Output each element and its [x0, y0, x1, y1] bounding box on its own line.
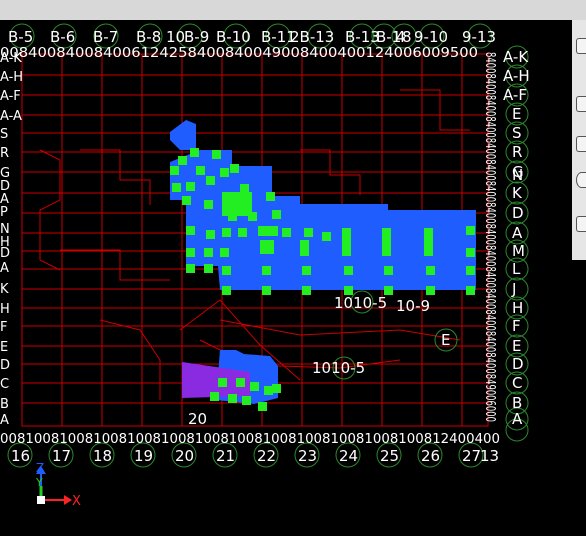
grid-label: 20	[188, 410, 207, 428]
axis-label: 16	[11, 447, 30, 465]
axis-indicator: Z Y X	[35, 461, 81, 509]
axis-label: A-F	[503, 86, 527, 104]
axis-label: D	[512, 204, 524, 222]
axis-label: C	[0, 377, 9, 392]
axis-label: D	[0, 246, 10, 261]
axis-label: S	[512, 124, 522, 142]
axis-label: A	[512, 224, 523, 242]
axis-label: 9-10	[414, 28, 448, 46]
axis-label: F	[0, 320, 7, 335]
model-viewport[interactable]: B-5 B-6 B-7 B-8 10 B-9 B-10 B-11 2B-13 B…	[0, 20, 572, 532]
axis-label: D	[0, 358, 10, 373]
axis-label: A	[512, 410, 523, 428]
axis-label: 18	[93, 447, 112, 465]
panel-tool-button[interactable]	[576, 38, 586, 54]
grid-label: 1010-5	[312, 359, 365, 377]
axis-label: 8	[402, 28, 412, 46]
top-axis-labels: B-5 B-6 B-7 B-8 10 B-9 B-10 B-11 2B-13 B…	[0, 28, 496, 61]
axis-label: B-8	[136, 28, 161, 46]
axis-label: J	[511, 280, 516, 298]
axis-label: 25	[380, 447, 399, 465]
axis-label: A-F	[0, 89, 21, 104]
axis-label: B-6	[50, 28, 75, 46]
grid-label: 10-9	[396, 297, 430, 315]
axis-label: B-5	[8, 28, 33, 46]
window-top-bar	[0, 0, 586, 20]
panel-tool-button[interactable]	[576, 136, 586, 152]
axis-label: C	[512, 374, 522, 392]
axis-label: 17	[52, 447, 71, 465]
axis-label: A-H	[0, 70, 23, 85]
axis-label: 26	[421, 447, 440, 465]
axis-label: L	[512, 260, 521, 278]
axis-label: E	[512, 105, 521, 123]
bottom-axis-labels: 0081008100810081008100810081008100810081…	[0, 432, 500, 465]
grid-label: 1010-5	[334, 294, 387, 312]
axis-label: K	[512, 184, 523, 202]
top-dimension-text: 0084008400840061242584008400490084004001…	[0, 46, 478, 61]
axis-label: A	[0, 261, 9, 276]
axis-label: B-10	[216, 28, 251, 46]
axis-label: E	[512, 337, 521, 355]
axis-label: 20	[175, 447, 194, 465]
axis-label: 27	[462, 447, 481, 465]
axis-label: P	[0, 205, 8, 220]
axis-label: D	[512, 355, 524, 373]
axis-label: H	[0, 302, 10, 317]
axis-label: 2B-13	[290, 28, 334, 46]
axis-label: 22	[257, 447, 276, 465]
orbit-icon[interactable]	[576, 172, 586, 188]
axis-label: 21	[216, 447, 235, 465]
axis-label: K	[0, 282, 9, 297]
axis-label: A-K	[503, 48, 529, 66]
grid-label: E	[441, 331, 450, 349]
axis-label: H	[512, 299, 523, 317]
x-axis-label: X	[72, 494, 81, 509]
axis-label: E	[0, 340, 8, 355]
axis-label: A	[0, 413, 9, 428]
axis-label: A-H	[503, 67, 530, 85]
panel-tool-button[interactable]	[576, 96, 586, 112]
right-dimension-text: 8400840084008400840084008400840084008400…	[482, 52, 497, 422]
axis-label: F	[512, 317, 521, 335]
right-tool-panel	[572, 20, 586, 260]
y-axis-label: Y	[35, 476, 43, 489]
axis-label: 23	[298, 447, 317, 465]
panel-tool-button[interactable]	[576, 216, 586, 232]
bottom-dimension-text: 0081008100810081008100810081008100810081…	[0, 432, 500, 447]
axis-label: B-9	[184, 28, 209, 46]
left-axis-labels: A-K A-H A-F A-A S R G D A P N H D A K H …	[0, 51, 23, 428]
axis-label: 13	[480, 447, 499, 465]
z-axis-label: Z	[36, 461, 44, 475]
axis-label: R	[512, 143, 522, 161]
axis-label: 24	[339, 447, 358, 465]
axis-label: B	[0, 397, 9, 412]
axis-label: R	[0, 146, 9, 161]
axis-label: 10	[166, 28, 185, 46]
axis-label: B-13	[345, 28, 380, 46]
axis-label: B-7	[93, 28, 118, 46]
axis-label: A-K	[0, 51, 22, 66]
slab-upper-tower	[170, 120, 196, 150]
axis-label: 9-13	[462, 28, 496, 46]
axis-label: 19	[134, 447, 153, 465]
axis-label: M	[512, 242, 525, 260]
axis-label: A-A	[0, 109, 22, 124]
axis-label: S	[0, 127, 8, 142]
axis-label: N	[512, 166, 523, 184]
